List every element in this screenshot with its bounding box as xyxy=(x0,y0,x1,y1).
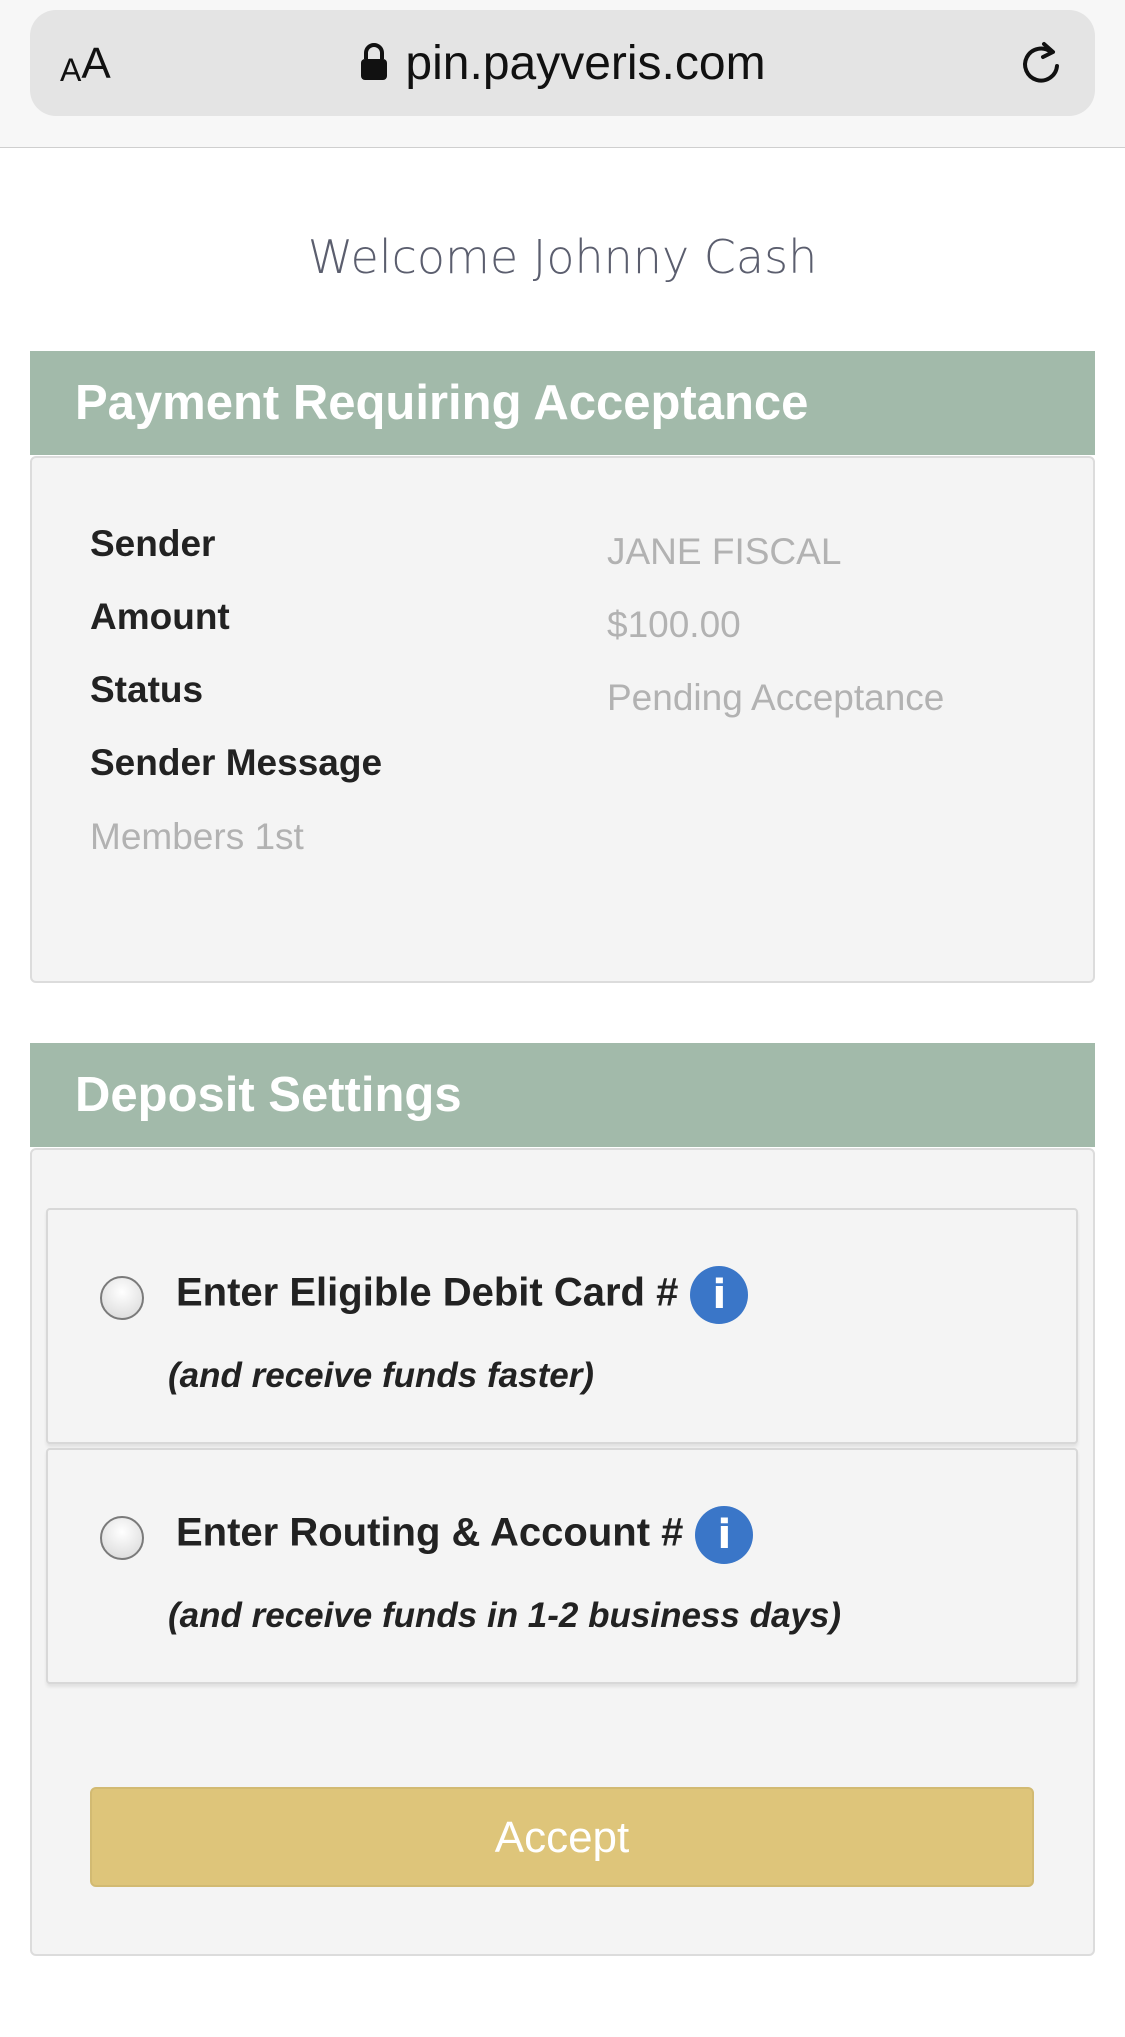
routing-account-option-label: Enter Routing & Account # xyxy=(176,1510,684,1555)
routing-account-radio[interactable] xyxy=(100,1516,144,1560)
accept-button[interactable]: Accept xyxy=(90,1787,1034,1887)
amount-label: Amount xyxy=(90,596,230,637)
info-icon[interactable]: i xyxy=(690,1266,749,1324)
address-bar[interactable]: A A pin.payveris.com xyxy=(30,10,1095,116)
routing-account-option-subtitle: (and receive funds in 1-2 business days) xyxy=(168,1596,841,1635)
sender-label: Sender xyxy=(90,523,216,564)
status-value: Pending Acceptance xyxy=(607,677,945,718)
url-text: pin.payveris.com xyxy=(405,37,766,90)
routing-account-option[interactable]: Enter Routing & Account # i (and receive … xyxy=(46,1448,1078,1684)
welcome-message: Welcome Johnny Cash xyxy=(307,230,818,284)
url-display[interactable]: pin.payveris.com xyxy=(30,34,1095,96)
status-label: Status xyxy=(90,669,204,710)
amount-value: $100.00 xyxy=(607,604,741,645)
info-icon[interactable]: i xyxy=(695,1506,754,1564)
sender-value: JANE FISCAL xyxy=(607,531,842,572)
browser-toolbar: A A pin.payveris.com xyxy=(0,0,1125,148)
lock-icon xyxy=(359,36,389,96)
deposit-section-header: Deposit Settings xyxy=(30,1043,1095,1147)
debit-card-option-title: Enter Eligible Debit Card # i xyxy=(176,1266,749,1324)
sender-message-label: Sender Message xyxy=(90,742,383,783)
debit-card-option-subtitle: (and receive funds faster) xyxy=(168,1356,594,1395)
deposit-settings-panel: Enter Eligible Debit Card # i (and receiv… xyxy=(30,1148,1095,1956)
debit-card-radio[interactable] xyxy=(100,1276,144,1320)
debit-card-option-label: Enter Eligible Debit Card # xyxy=(176,1270,679,1315)
debit-card-option[interactable]: Enter Eligible Debit Card # i (and receiv… xyxy=(46,1208,1078,1444)
payment-section-header: Payment Requiring Acceptance xyxy=(30,351,1095,455)
payment-details-panel: Sender JANE FISCAL Amount $100.00 Status… xyxy=(30,456,1095,983)
sender-message-value: Members 1st xyxy=(90,816,304,857)
routing-account-option-title: Enter Routing & Account # i xyxy=(176,1506,754,1564)
reload-icon[interactable] xyxy=(1017,38,1067,95)
